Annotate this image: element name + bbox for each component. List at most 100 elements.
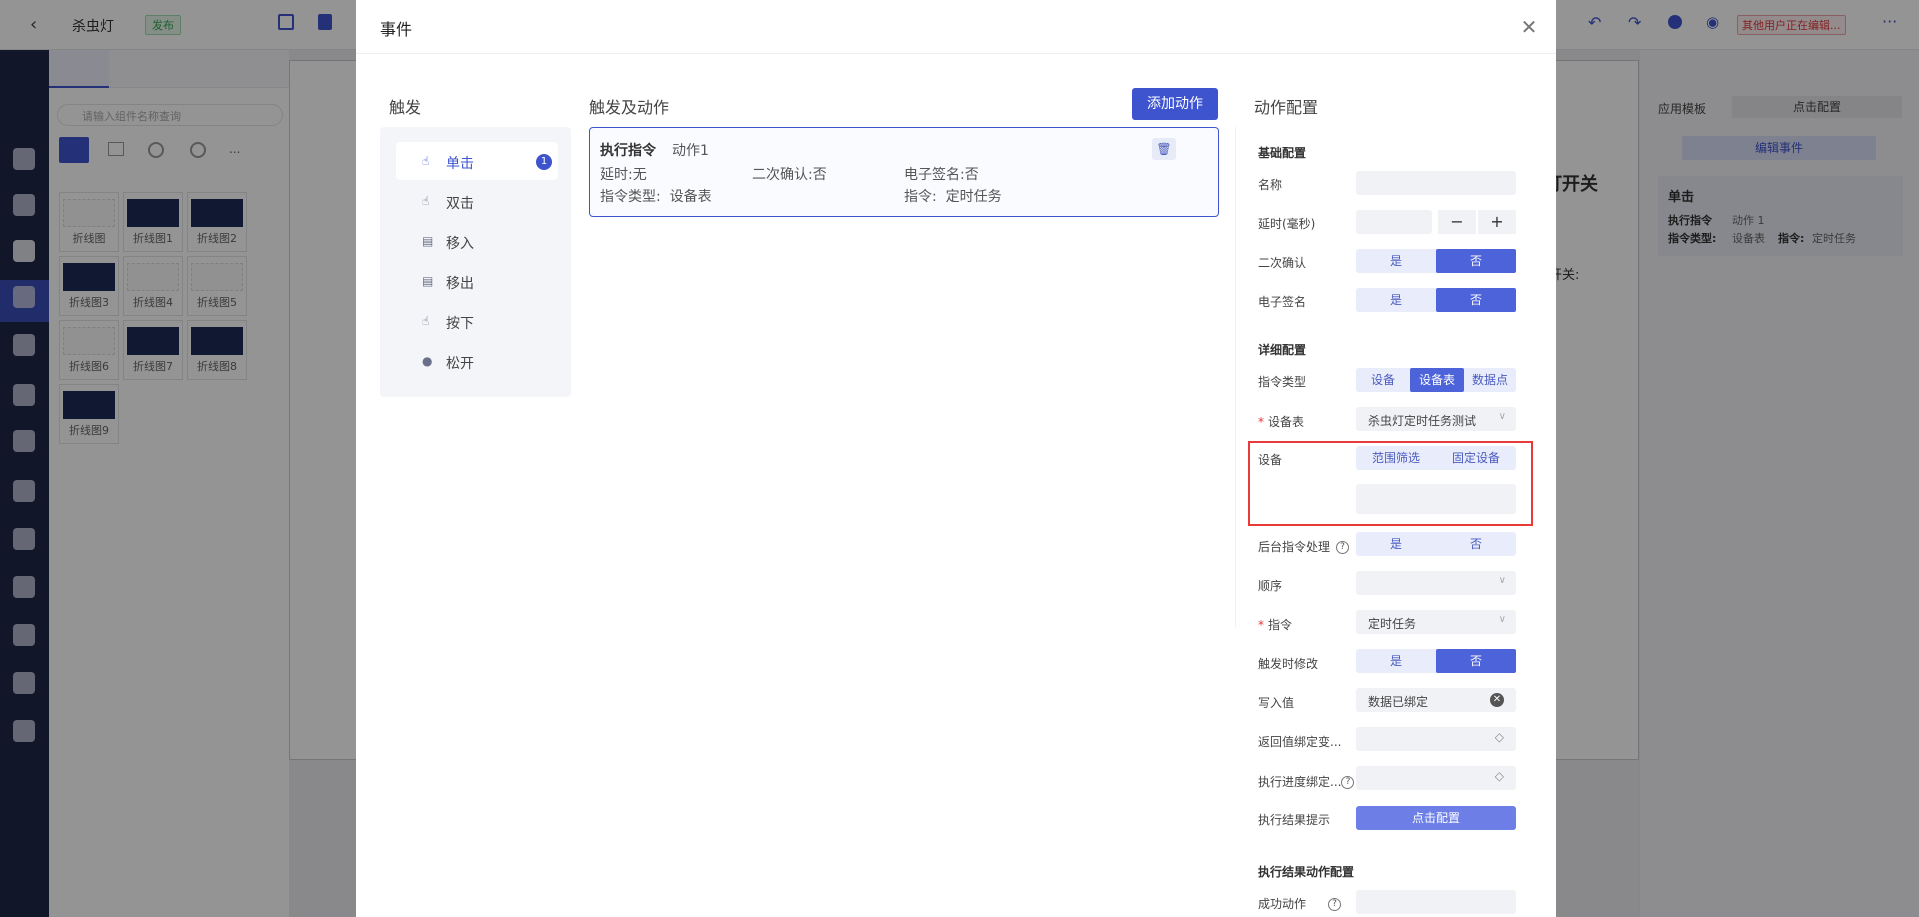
detail-config-heading: 详细配置 — [1258, 343, 1307, 357]
trigger-mouse-enter[interactable]: ▤ 移入 — [396, 222, 558, 260]
pointer-icon: ☝ — [422, 194, 430, 208]
action-name: 动作1 — [672, 143, 709, 159]
trash-icon[interactable]: 🗑 — [1152, 138, 1176, 160]
trigger-label: 按下 — [446, 316, 474, 332]
write-value-text: 数据已绑定 — [1368, 695, 1429, 709]
cmd-type-datapoint[interactable]: 数据点 — [1464, 368, 1516, 392]
success-action-input[interactable] — [1356, 890, 1516, 914]
progress-bind-label-text: 执行进度绑定... — [1258, 775, 1342, 789]
cmd-select[interactable]: 定时任务 ∨ — [1356, 610, 1516, 634]
write-value-input[interactable]: 数据已绑定 ✕ — [1356, 688, 1516, 712]
second-confirm-toggle: 是 否 — [1356, 249, 1516, 273]
modify-on-trigger-no[interactable]: 否 — [1436, 649, 1516, 673]
trigger-section-title: 触发 — [389, 98, 422, 117]
second-confirm-no[interactable]: 否 — [1436, 249, 1516, 273]
action-esign: 电子签名:否 — [904, 167, 979, 183]
pointer-icon: ☝ — [422, 314, 430, 328]
order-select[interactable]: ∨ — [1356, 571, 1516, 595]
name-label: 名称 — [1258, 178, 1283, 192]
esign-toggle: 是 否 — [1356, 288, 1516, 312]
trigger-double-click[interactable]: ☝ 双击 — [396, 182, 558, 220]
backend-cmd-label: 后台指令处理? — [1258, 538, 1350, 555]
action-config-section-title: 动作配置 — [1254, 98, 1319, 117]
action-type: 执行指令 — [600, 143, 656, 159]
release-icon: ● — [422, 354, 433, 368]
progress-bind-label: 执行进度绑定...? — [1258, 773, 1355, 790]
dialog-header: 事件 ✕ — [356, 0, 1556, 54]
esign-yes[interactable]: 是 — [1356, 288, 1436, 312]
action-cmd-type: 指令类型: 设备表 — [600, 189, 712, 205]
action-confirm: 二次确认:否 — [752, 167, 827, 183]
esign-no[interactable]: 否 — [1436, 288, 1516, 312]
modify-on-trigger-label: 触发时修改 — [1258, 657, 1319, 671]
device-table-label: * 设备表 — [1258, 413, 1304, 430]
trigger-click[interactable]: ☝ 单击 1 — [396, 142, 558, 180]
event-dialog: 事件 ✕ 触发 触发及动作 动作配置 ☝ 单击 1 ☝ 双击 ▤ 移入 ▤ 移出… — [356, 0, 1556, 917]
delay-minus-button[interactable]: − — [1438, 210, 1476, 234]
backend-cmd-no[interactable]: 否 — [1436, 532, 1516, 556]
help-icon[interactable]: ? — [1328, 898, 1342, 911]
action-delay: 延时:无 — [600, 167, 647, 183]
success-action-label: 成功动作? — [1258, 895, 1342, 912]
progress-bind-input[interactable]: ◇ — [1356, 766, 1516, 790]
tag-icon[interactable]: ◇ — [1495, 730, 1504, 744]
write-value-label: 写入值 — [1258, 696, 1295, 710]
backend-cmd-toggle: 是 否 — [1356, 532, 1516, 556]
result-action-heading: 执行结果动作配置 — [1258, 865, 1355, 879]
trigger-label: 单击 — [446, 156, 474, 172]
trigger-action-section-title: 触发及动作 — [589, 98, 670, 117]
delay-stepper: − + — [1438, 210, 1516, 234]
cmd-type-toggle: 设备 设备表 数据点 — [1356, 368, 1516, 392]
esign-label: 电子签名 — [1258, 295, 1307, 309]
device-table-value: 杀虫灯定时任务测试 — [1368, 414, 1477, 428]
modify-on-trigger-yes[interactable]: 是 — [1356, 649, 1436, 673]
second-confirm-yes[interactable]: 是 — [1356, 249, 1436, 273]
success-action-label-text: 成功动作 — [1258, 897, 1307, 911]
help-icon[interactable]: ? — [1341, 776, 1355, 789]
dialog-title: 事件 — [380, 20, 413, 39]
pointer-icon: ☝ — [422, 154, 430, 168]
cmd-value: 定时任务 — [1368, 617, 1417, 631]
trigger-release[interactable]: ● 松开 — [396, 342, 558, 380]
action-card[interactable]: 执行指令 动作1 延时:无 二次确认:否 电子签名:否 指令类型: 设备表 指令… — [589, 127, 1219, 217]
add-action-button[interactable]: 添加动作 — [1132, 88, 1218, 120]
trigger-mouse-leave[interactable]: ▤ 移出 — [396, 262, 558, 300]
action-cmd: 指令: 定时任务 — [904, 189, 1002, 205]
trigger-label: 移出 — [446, 276, 474, 292]
required-mark: * — [1258, 415, 1264, 429]
required-mark: * — [1258, 618, 1264, 632]
return-bind-label: 返回值绑定变... — [1258, 735, 1342, 749]
chevron-down-icon: ∨ — [1498, 411, 1506, 422]
delay-input[interactable] — [1356, 210, 1432, 234]
trigger-label: 松开 — [446, 356, 474, 372]
cmd-type-label: 指令类型 — [1258, 375, 1307, 389]
chevron-down-icon: ∨ — [1498, 575, 1506, 586]
basic-config-heading: 基础配置 — [1258, 146, 1307, 160]
trigger-label: 双击 — [446, 196, 474, 212]
name-input[interactable] — [1356, 171, 1516, 195]
delay-plus-button[interactable]: + — [1478, 210, 1516, 234]
result-tip-label: 执行结果提示 — [1258, 813, 1331, 827]
backend-cmd-label-text: 后台指令处理 — [1258, 540, 1331, 554]
enter-icon: ▤ — [422, 234, 434, 248]
return-bind-input[interactable]: ◇ — [1356, 727, 1516, 751]
result-tip-config-button[interactable]: 点击配置 — [1356, 806, 1516, 830]
trigger-count-badge: 1 — [536, 154, 552, 170]
help-icon[interactable]: ? — [1336, 541, 1350, 554]
device-table-select[interactable]: 杀虫灯定时任务测试 ∨ — [1356, 407, 1516, 431]
device-table-label-text: 设备表 — [1268, 415, 1305, 429]
cmd-type-device[interactable]: 设备 — [1356, 368, 1410, 392]
order-label: 顺序 — [1258, 579, 1283, 593]
trigger-press[interactable]: ☝ 按下 — [396, 302, 558, 340]
cmd-type-device-table[interactable]: 设备表 — [1410, 368, 1464, 392]
tag-icon[interactable]: ◇ — [1495, 769, 1504, 783]
close-icon[interactable]: ✕ — [1518, 16, 1540, 38]
trigger-label: 移入 — [446, 236, 474, 252]
trigger-list: ☝ 单击 1 ☝ 双击 ▤ 移入 ▤ 移出 ☝ 按下 ● 松开 — [380, 127, 571, 397]
cmd-label: * 指令 — [1258, 616, 1292, 633]
chevron-down-icon: ∨ — [1498, 614, 1506, 625]
delay-label: 延时(毫秒) — [1258, 217, 1316, 231]
clear-icon[interactable]: ✕ — [1490, 693, 1504, 707]
second-confirm-label: 二次确认 — [1258, 256, 1307, 270]
backend-cmd-yes[interactable]: 是 — [1356, 532, 1436, 556]
